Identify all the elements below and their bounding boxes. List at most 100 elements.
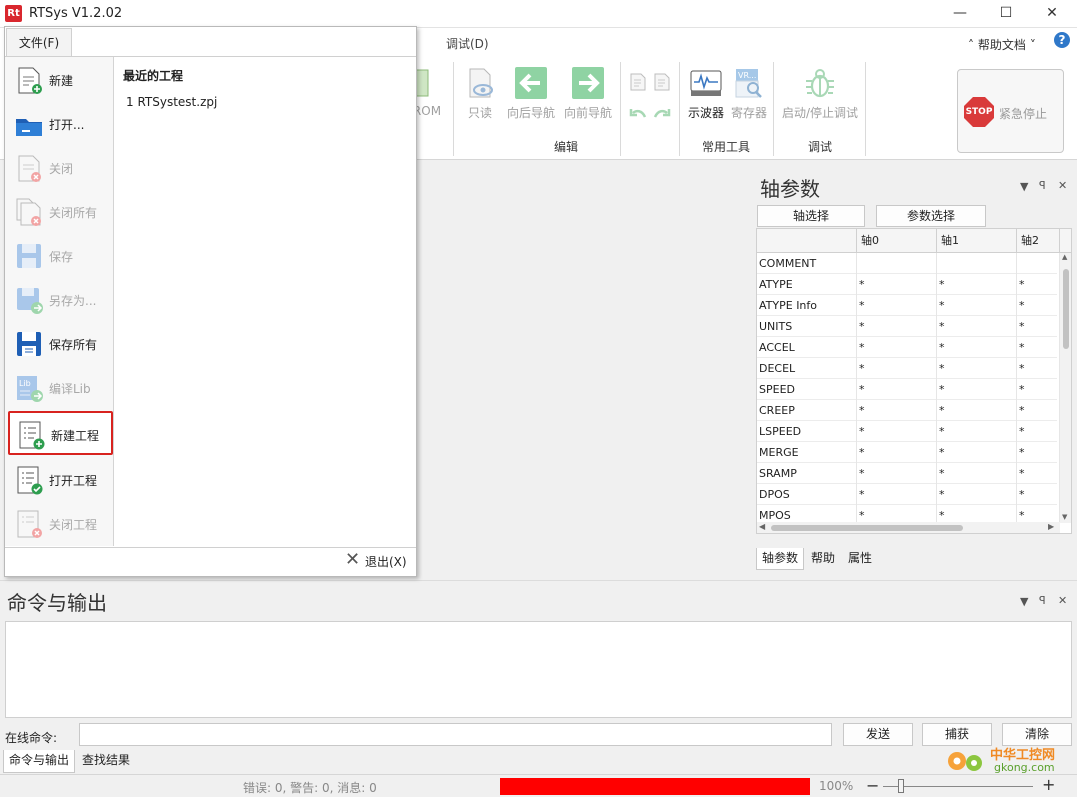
param-value-cell[interactable]: * (937, 358, 1017, 379)
scroll-up-icon[interactable]: ▲ (1062, 253, 1067, 261)
nav-back-button[interactable]: 向后导航 (504, 66, 558, 121)
send-button[interactable]: 发送 (843, 723, 913, 746)
redo-icon[interactable] (653, 106, 671, 120)
tab-command-output[interactable]: 命令与输出 (3, 750, 76, 773)
param-value-cell[interactable]: * (857, 463, 937, 484)
param-value-cell[interactable]: * (857, 295, 937, 316)
panel-dropdown-icon[interactable]: ▼ (1020, 180, 1028, 193)
file-menu-item-save-as[interactable]: 另存为... (8, 278, 113, 322)
online-command-input[interactable] (79, 723, 832, 746)
tab-find-results[interactable]: 查找结果 (77, 750, 135, 773)
table-row[interactable]: DPOS * * * (757, 484, 1060, 505)
file-menu-item-close-project[interactable]: 关闭工程 (8, 502, 113, 546)
file-menu-item-save[interactable]: 保存 (8, 234, 113, 278)
table-row[interactable]: ATYPE Info * * * (757, 295, 1060, 316)
emergency-stop-button[interactable]: STOP 紧急停止 (957, 69, 1064, 153)
file-menu-item-new-project[interactable]: 新建工程 (8, 411, 113, 455)
param-value-cell[interactable]: * (1017, 421, 1060, 442)
param-value-cell[interactable]: * (937, 316, 1017, 337)
table-row[interactable]: ACCEL * * * (757, 337, 1060, 358)
param-value-cell[interactable]: * (937, 337, 1017, 358)
param-value-cell[interactable]: * (937, 400, 1017, 421)
zoom-in-button[interactable]: + (1042, 775, 1055, 794)
readonly-button[interactable]: 只读 (462, 66, 498, 121)
param-value-cell[interactable]: * (1017, 484, 1060, 505)
param-value-cell[interactable]: * (1017, 337, 1060, 358)
table-row[interactable]: COMMENT (757, 253, 1060, 274)
file-menu-item-open-project[interactable]: 打开工程 (8, 458, 113, 502)
minimize-button[interactable]: — (937, 0, 983, 28)
axis-select-button[interactable]: 轴选择 (757, 205, 865, 227)
oscilloscope-button[interactable]: 示波器 (686, 66, 726, 121)
param-value-cell[interactable]: * (1017, 295, 1060, 316)
edit-comment-icon[interactable] (628, 72, 648, 92)
table-row[interactable]: SRAMP * * * (757, 463, 1060, 484)
param-value-cell[interactable]: * (1017, 316, 1060, 337)
exit-button[interactable]: 退出(X) (365, 553, 407, 570)
undo-icon[interactable] (629, 106, 647, 120)
param-value-cell[interactable]: * (1017, 400, 1060, 421)
vertical-scroll-thumb[interactable] (1063, 269, 1069, 349)
tab-axis-params[interactable]: 轴参数 (756, 548, 805, 570)
zoom-out-button[interactable]: − (866, 776, 879, 795)
param-value-cell[interactable]: * (937, 295, 1017, 316)
param-value-cell[interactable]: * (937, 442, 1017, 463)
scroll-left-icon[interactable]: ◀ (759, 522, 765, 531)
param-value-cell[interactable]: * (857, 274, 937, 295)
file-menu-item-close[interactable]: 关闭 (8, 146, 113, 190)
close-window-button[interactable]: ✕ (1029, 0, 1075, 28)
zoom-slider-track[interactable] (883, 786, 1033, 787)
tab-debug[interactable]: 调试(D) (446, 35, 489, 52)
recent-project-item[interactable]: 1 RTSystest.zpj (126, 95, 217, 109)
file-menu-item-new[interactable]: 新建 (8, 58, 113, 102)
horizontal-scroll-thumb[interactable] (771, 525, 963, 531)
zoom-slider-thumb[interactable] (898, 779, 904, 793)
param-value-cell[interactable]: * (1017, 358, 1060, 379)
file-menu-item-save-all[interactable]: 保存所有 (8, 322, 113, 366)
table-row[interactable]: SPEED * * * (757, 379, 1060, 400)
panel-pin-icon[interactable]: ꟼ (1039, 179, 1046, 192)
table-row[interactable]: CREEP * * * (757, 400, 1060, 421)
file-menu-tab[interactable]: 文件(F) (6, 28, 72, 56)
scroll-down-icon[interactable]: ▼ (1062, 513, 1067, 521)
help-docs-menu[interactable]: ˄ 帮助文档 ˅ (968, 36, 1036, 53)
file-menu-item-close-all[interactable]: 关闭所有 (8, 190, 113, 234)
param-value-cell[interactable] (937, 253, 1017, 274)
tab-help[interactable]: 帮助 (806, 548, 840, 570)
edit-uncomment-icon[interactable] (652, 72, 672, 92)
vertical-scrollbar[interactable]: ▲ ▼ (1060, 253, 1071, 523)
maximize-button[interactable]: ☐ (983, 0, 1029, 28)
help-icon[interactable]: ? (1054, 32, 1070, 48)
param-select-button[interactable]: 参数选择 (876, 205, 986, 227)
param-value-cell[interactable] (1017, 253, 1060, 274)
table-row[interactable]: ATYPE * * * (757, 274, 1060, 295)
param-value-cell[interactable]: * (857, 337, 937, 358)
param-value-cell[interactable]: * (857, 358, 937, 379)
param-value-cell[interactable]: * (937, 463, 1017, 484)
table-row[interactable]: UNITS * * * (757, 316, 1060, 337)
start-stop-debug-button[interactable]: 启动/停止调试 (780, 66, 860, 121)
param-value-cell[interactable] (857, 253, 937, 274)
horizontal-scrollbar[interactable]: ◀ ▶ (757, 522, 1060, 533)
nav-forward-button[interactable]: 向前导航 (561, 66, 615, 121)
param-value-cell[interactable]: * (937, 274, 1017, 295)
tab-properties[interactable]: 属性 (843, 548, 877, 570)
param-value-cell[interactable]: * (937, 421, 1017, 442)
param-value-cell[interactable]: * (1017, 463, 1060, 484)
param-value-cell[interactable]: * (857, 484, 937, 505)
panel-close-icon[interactable]: ✕ (1058, 179, 1067, 192)
grid-header-axis2[interactable]: 轴2 (1017, 229, 1060, 253)
command-output-area[interactable] (5, 621, 1072, 718)
table-row[interactable]: MERGE * * * (757, 442, 1060, 463)
file-menu-item-open[interactable]: 打开... (8, 102, 113, 146)
grid-header-axis1[interactable]: 轴1 (937, 229, 1017, 253)
param-value-cell[interactable]: * (1017, 274, 1060, 295)
cmd-panel-close-icon[interactable]: ✕ (1058, 594, 1067, 607)
table-row[interactable]: DECEL * * * (757, 358, 1060, 379)
table-row[interactable]: LSPEED * * * (757, 421, 1060, 442)
param-value-cell[interactable]: * (937, 379, 1017, 400)
rom-button[interactable]: ROM (414, 66, 448, 118)
param-value-cell[interactable]: * (1017, 442, 1060, 463)
cmd-panel-dropdown-icon[interactable]: ▼ (1020, 595, 1028, 608)
cmd-panel-pin-icon[interactable]: ꟼ (1039, 594, 1046, 607)
